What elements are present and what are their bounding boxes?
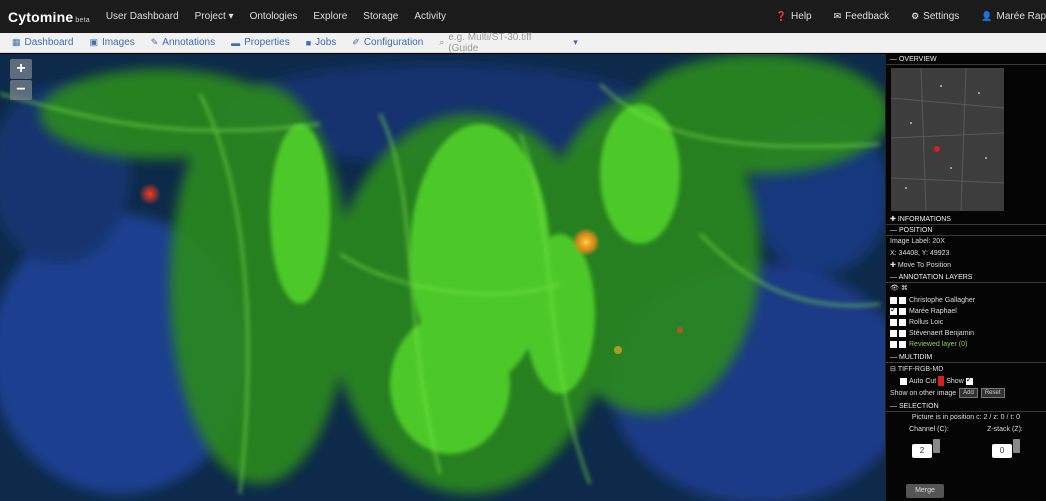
pin-icon[interactable]: ⌘: [901, 285, 908, 292]
layer-color-swatch: [899, 319, 906, 326]
show-checkbox[interactable]: [965, 375, 973, 385]
layer-checkbox[interactable]: [890, 297, 897, 304]
channel-input[interactable]: 2: [912, 444, 932, 458]
viewport-marker: [934, 146, 940, 152]
dashboard-icon: ▦: [12, 37, 21, 47]
zstack-input[interactable]: 0: [992, 444, 1012, 458]
chevron-down-icon[interactable]: ▾: [573, 37, 578, 48]
add-button[interactable]: Add: [959, 388, 978, 398]
image-label-text: Image Label: 20X: [890, 238, 945, 245]
wrench-icon: ✐: [352, 37, 360, 47]
picture-position-text: Picture is in position c: 2 / z: 0 / t: …: [911, 414, 1021, 421]
layer-user-row[interactable]: Rollus Loic: [886, 317, 1046, 328]
pencil-icon: ✎: [150, 37, 159, 47]
jobs-icon: ■: [305, 37, 312, 48]
layer-user-row[interactable]: Stévenaert Benjamin: [886, 328, 1046, 339]
nav-user[interactable]: 👤 Marée Rap: [981, 11, 1046, 22]
show-on-other-row: Show on other image Add Reset: [886, 387, 1046, 399]
chevron-down-icon: ▾: [228, 11, 234, 22]
merge-button[interactable]: Merge: [906, 484, 944, 498]
image-icon: ▣: [89, 37, 98, 47]
user-icon: 👤: [981, 11, 993, 21]
nav-feedback[interactable]: ✉ Feedback: [834, 11, 889, 22]
microscopy-image: [0, 54, 885, 501]
selection-header[interactable]: — SELECTION: [886, 401, 1046, 412]
tab-dashboard[interactable]: ▦ Dashboard: [12, 37, 73, 48]
cytomine-logo[interactable]: Cytomine beta: [8, 9, 90, 25]
image-viewer[interactable]: + −: [0, 54, 885, 501]
coordinates-text: X: 34408, Y: 49923: [890, 250, 950, 257]
autocut-checkbox[interactable]: [900, 377, 907, 385]
image-search-input[interactable]: ⌕ e.g. Multi/ST-30.tiff (Guide: [439, 32, 557, 54]
layer-color-swatch: [899, 330, 906, 337]
reset-button[interactable]: Reset: [980, 388, 1005, 398]
navbar-right: ❓ Help ✉ Feedback ⚙ Settings 👤 Marée Rap: [776, 0, 1046, 33]
layer-checkbox[interactable]: [890, 330, 897, 337]
project-toolbar: ▦ Dashboard ▣ Images ✎ Annotations ▬ Propert…: [0, 32, 1046, 54]
question-icon: ❓: [775, 11, 788, 21]
layer-color-swatch: [899, 341, 906, 348]
nav-settings[interactable]: ⚙ Settings: [911, 11, 959, 22]
channel-stepper[interactable]: [933, 439, 940, 453]
layer-checkbox[interactable]: [890, 305, 897, 315]
layer-tools[interactable]: 👁 ⌘: [886, 283, 1046, 295]
layer-user-row[interactable]: Reviewed layer (0): [886, 339, 1046, 350]
channel-inputs: 2 0: [886, 436, 1046, 458]
nav-help[interactable]: ❓ Help: [776, 11, 812, 22]
gear-icon: ⚙: [911, 11, 920, 21]
overview-thumbnail: [891, 68, 1004, 211]
tab-images[interactable]: ▣ Images: [89, 37, 134, 48]
list-icon: ▬: [231, 37, 241, 48]
overview-header[interactable]: — OVERVIEW: [886, 54, 1046, 65]
tab-properties[interactable]: ▬ Properties: [231, 37, 290, 48]
minus-square-icon[interactable]: ⊟: [890, 365, 896, 373]
channel-labels: Channel (C): Z-stack (Z):: [909, 426, 1023, 433]
zoom-in-button[interactable]: +: [10, 59, 32, 79]
multidim-group-row[interactable]: ⊟ TIFF-RGB-MD: [886, 363, 1046, 375]
nav-storage[interactable]: Storage: [363, 11, 398, 22]
nav-activity[interactable]: Activity: [414, 11, 446, 22]
nav-ontologies[interactable]: Ontologies: [250, 11, 298, 22]
zoom-out-button[interactable]: −: [10, 80, 32, 100]
annotation-layers-header[interactable]: — ANNOTATION LAYERS: [886, 272, 1046, 283]
tab-configuration[interactable]: ✐ Configuration: [352, 37, 423, 48]
channel-color-swatch[interactable]: [938, 376, 945, 386]
nav-explore[interactable]: Explore: [313, 11, 347, 22]
position-header[interactable]: — POSITION: [886, 225, 1046, 236]
informations-header[interactable]: ✚ INFORMATIONS: [886, 214, 1046, 225]
tab-jobs[interactable]: ■ Jobs: [306, 37, 337, 48]
eye-icon[interactable]: 👁: [890, 285, 899, 292]
multidim-header[interactable]: — MULTIDIM: [886, 352, 1046, 363]
right-panel: — OVERVIEW ✚ INFORMATIONS — POSITION Ima…: [885, 54, 1046, 501]
layer-checkbox[interactable]: [890, 341, 897, 348]
top-navbar: Cytomine beta User Dashboard Project ▾ On…: [0, 0, 1046, 33]
move-to-position-link[interactable]: ✚ Move To Position: [886, 260, 1046, 272]
layer-user-row[interactable]: Christophe Gallagher: [886, 295, 1046, 306]
layer-user-row[interactable]: Marée Raphael: [886, 305, 1046, 317]
feedback-icon: ✉: [833, 11, 842, 21]
layer-color-swatch: [899, 297, 906, 304]
overview-map[interactable]: [891, 68, 1004, 211]
tab-annotations[interactable]: ✎ Annotations: [151, 37, 215, 48]
zstack-stepper[interactable]: [1013, 439, 1020, 453]
nav-user-dashboard[interactable]: User Dashboard: [106, 11, 179, 22]
search-icon: ⌕: [439, 37, 445, 47]
nav-project[interactable]: Project ▾: [195, 11, 234, 22]
autocut-row[interactable]: Auto Cut Show: [886, 375, 1046, 387]
layer-checkbox[interactable]: [890, 319, 897, 326]
layer-color-swatch: [899, 308, 906, 315]
